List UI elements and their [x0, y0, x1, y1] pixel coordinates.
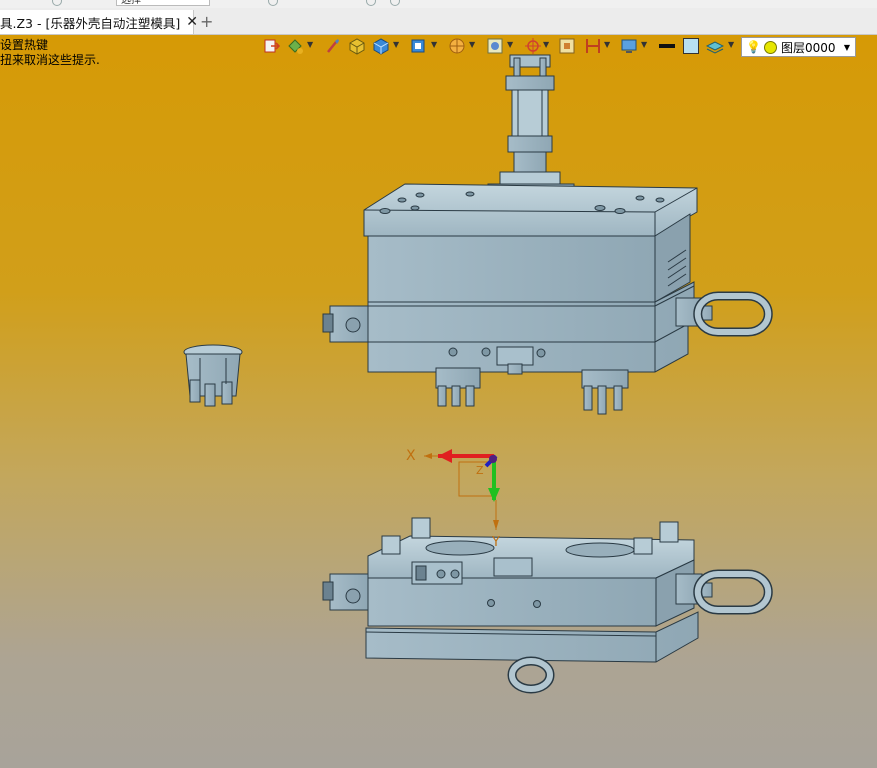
y-axis-label: Y	[491, 535, 500, 550]
lower-mold-half[interactable]	[322, 517, 773, 694]
mold-model[interactable]: X Y Z	[0, 0, 877, 768]
x-axis-label: X	[406, 448, 416, 464]
z-axis-label: Z	[476, 464, 484, 477]
upper-mold-half[interactable]	[322, 54, 773, 415]
molded-part[interactable]	[183, 344, 243, 407]
